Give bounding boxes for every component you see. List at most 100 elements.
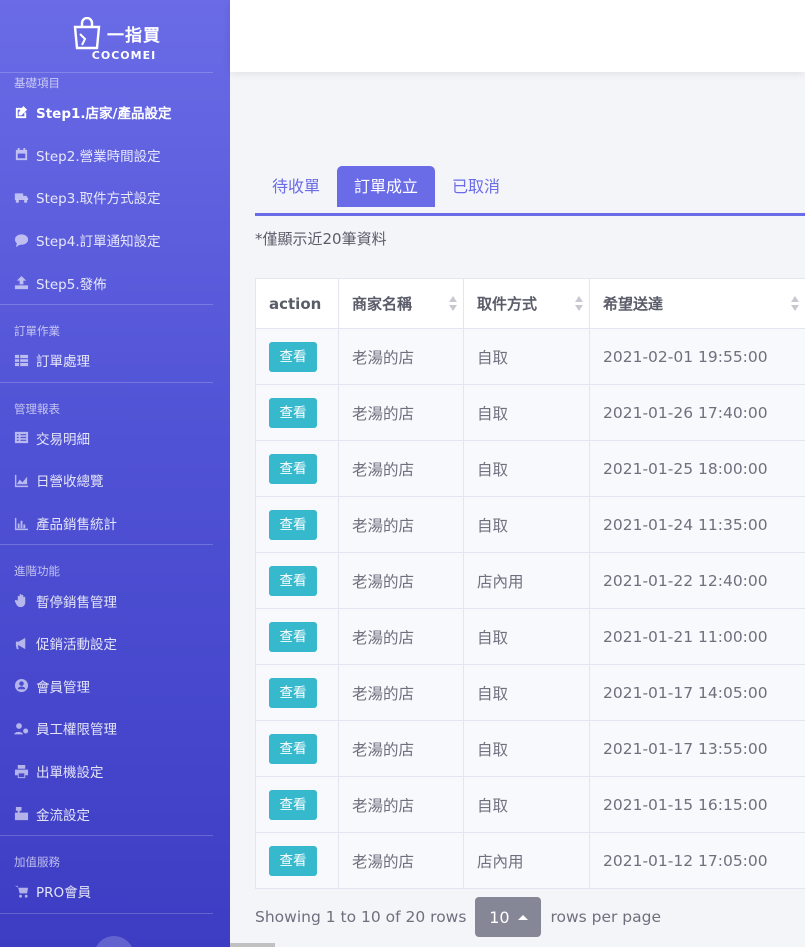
sidebar-item-step4[interactable]: Step4.訂單通知設定	[0, 219, 230, 262]
page-size-dropdown[interactable]: 10	[475, 897, 542, 937]
view-button[interactable]: 查看	[269, 845, 317, 876]
table-row: 查看 老湯的店 自取 2021-01-25 18:00:00	[255, 440, 805, 497]
sidebar-divider	[0, 834, 213, 836]
column-header-pickup[interactable]: 取件方式	[463, 278, 590, 329]
cell-pickup: 自取	[463, 328, 590, 385]
sidebar-divider	[0, 544, 213, 546]
sidebar-item-payment[interactable]: 金流設定	[0, 792, 230, 835]
cell-delivery-time: 2021-01-26 17:40:00	[589, 384, 805, 441]
top-bar	[230, 0, 805, 72]
column-header-store[interactable]: 商家名稱	[338, 278, 464, 329]
cell-delivery-time: 2021-01-24 11:35:00	[589, 496, 805, 553]
brand-logo[interactable]: 一指買 COCOMEI	[0, 0, 230, 72]
cell-pickup: 自取	[463, 496, 590, 553]
table-row: 查看 老湯的店 店內用 2021-01-12 17:05:00	[255, 832, 805, 889]
sidebar-item-staff-permissions[interactable]: 員工權限管理	[0, 707, 230, 750]
section-reports: 管理報表	[14, 401, 60, 416]
cell-delivery-time: 2021-01-25 18:00:00	[589, 440, 805, 497]
column-label: action	[269, 294, 322, 313]
cell-pickup: 店內用	[463, 832, 590, 889]
cell-pickup: 自取	[463, 608, 590, 665]
view-button[interactable]: 查看	[269, 621, 317, 652]
cell-delivery-time: 2021-01-17 13:55:00	[589, 720, 805, 777]
view-button[interactable]: 查看	[269, 677, 317, 708]
cell-pickup: 自取	[463, 720, 590, 777]
sidebar-item-promotions[interactable]: 促銷活動設定	[0, 622, 230, 665]
sidebar-item-product-sales[interactable]: 產品銷售統計	[0, 502, 230, 545]
printer-icon	[14, 764, 29, 778]
column-header-delivery-time[interactable]: 希望送達	[589, 278, 805, 329]
sidebar-item-label: 出單機設定	[36, 765, 104, 782]
section-value-added: 加值服務	[14, 854, 60, 869]
tab-confirmed[interactable]: 訂單成立	[337, 166, 436, 207]
cell-store: 老湯的店	[338, 776, 464, 833]
sidebar-toggle-button[interactable]	[94, 936, 134, 947]
cell-store: 老湯的店	[338, 328, 464, 385]
page-size-value: 10	[489, 907, 510, 927]
sidebar-item-pause-sales[interactable]: 暫停銷售管理	[0, 579, 230, 622]
sidebar-item-transactions[interactable]: 交易明細	[0, 417, 230, 460]
cell-delivery-time: 2021-02-01 19:55:00	[589, 328, 805, 385]
order-status-tabs: 待收單 訂單成立 已取消	[255, 166, 805, 216]
table-row: 查看 老湯的店 店內用 2021-01-22 12:40:00	[255, 552, 805, 609]
sidebar-item-step1[interactable]: Step1.店家/產品設定	[0, 91, 230, 134]
cell-store: 老湯的店	[338, 496, 464, 553]
table-header-row: action 商家名稱 取件方式 希望送達	[255, 278, 805, 329]
view-button[interactable]: 查看	[269, 453, 317, 484]
cell-store: 老湯的店	[338, 664, 464, 721]
cell-pickup: 自取	[463, 440, 590, 497]
table-row: 查看 老湯的店 自取 2021-01-24 11:35:00	[255, 496, 805, 553]
tab-cancelled[interactable]: 已取消	[435, 166, 517, 207]
cell-action: 查看	[255, 328, 339, 385]
sidebar-divider	[0, 381, 213, 383]
sidebar-item-label: 日營收總覽	[36, 474, 104, 491]
view-button[interactable]: 查看	[269, 341, 317, 372]
brand-name: 一指買	[107, 26, 161, 46]
tab-pending[interactable]: 待收單	[255, 166, 337, 207]
cell-action: 查看	[255, 720, 339, 777]
cell-delivery-time: 2021-01-17 14:05:00	[589, 664, 805, 721]
cell-action: 查看	[255, 832, 339, 889]
sidebar-item-pro[interactable]: PRO會員	[0, 870, 230, 913]
pagination-info: Showing 1 to 10 of 20 rows	[255, 908, 467, 926]
table-row: 查看 老湯的店 自取 2021-01-26 17:40:00	[255, 384, 805, 441]
cell-action: 查看	[255, 608, 339, 665]
sidebar-item-members[interactable]: 會員管理	[0, 665, 230, 708]
sidebar-item-daily-revenue[interactable]: 日營收總覽	[0, 459, 230, 502]
sidebar-item-orders[interactable]: 訂單處理	[0, 339, 230, 382]
caret-up-icon	[517, 914, 528, 920]
cell-store: 老湯的店	[338, 552, 464, 609]
sidebar-item-step3[interactable]: Step3.取件方式設定	[0, 176, 230, 219]
cell-store: 老湯的店	[338, 720, 464, 777]
sidebar: 一指買 COCOMEI 基礎項目 Step1.店家/產品設定 Step2.營業時…	[0, 0, 230, 947]
sidebar-item-step5[interactable]: Step5.發佈	[0, 261, 230, 304]
sidebar-item-label: 會員管理	[36, 679, 90, 696]
megaphone-icon	[15, 637, 26, 649]
sidebar-item-label: Step5.發佈	[36, 276, 107, 293]
cell-action: 查看	[255, 664, 339, 721]
cell-delivery-time: 2021-01-12 17:05:00	[589, 832, 805, 889]
section-orders: 訂單作業	[14, 323, 60, 338]
truck-icon	[14, 193, 29, 203]
view-button[interactable]: 查看	[269, 733, 317, 764]
cart-icon	[14, 885, 29, 898]
sidebar-item-printer[interactable]: 出單機設定	[0, 750, 230, 793]
cell-store: 老湯的店	[338, 440, 464, 497]
chat-icon	[14, 233, 29, 247]
view-button[interactable]: 查看	[269, 509, 317, 540]
sidebar-item-label: Step1.店家/產品設定	[36, 106, 172, 123]
edit-icon	[15, 105, 28, 118]
recent-records-note: *僅顯示近20筆資料	[255, 230, 387, 248]
sidebar-item-label: 交易明細	[36, 431, 90, 448]
cell-store: 老湯的店	[338, 608, 464, 665]
view-button[interactable]: 查看	[269, 397, 317, 428]
section-advanced: 進階功能	[14, 564, 60, 579]
list-icon	[14, 432, 29, 444]
user-gear-icon	[14, 723, 29, 735]
cell-delivery-time: 2021-01-15 16:15:00	[589, 776, 805, 833]
view-button[interactable]: 查看	[269, 565, 317, 596]
horizontal-scrollbar[interactable]	[230, 943, 275, 947]
cell-pickup: 店內用	[463, 552, 590, 609]
sidebar-item-step2[interactable]: Step2.營業時間設定	[0, 134, 230, 177]
view-button[interactable]: 查看	[269, 789, 317, 820]
